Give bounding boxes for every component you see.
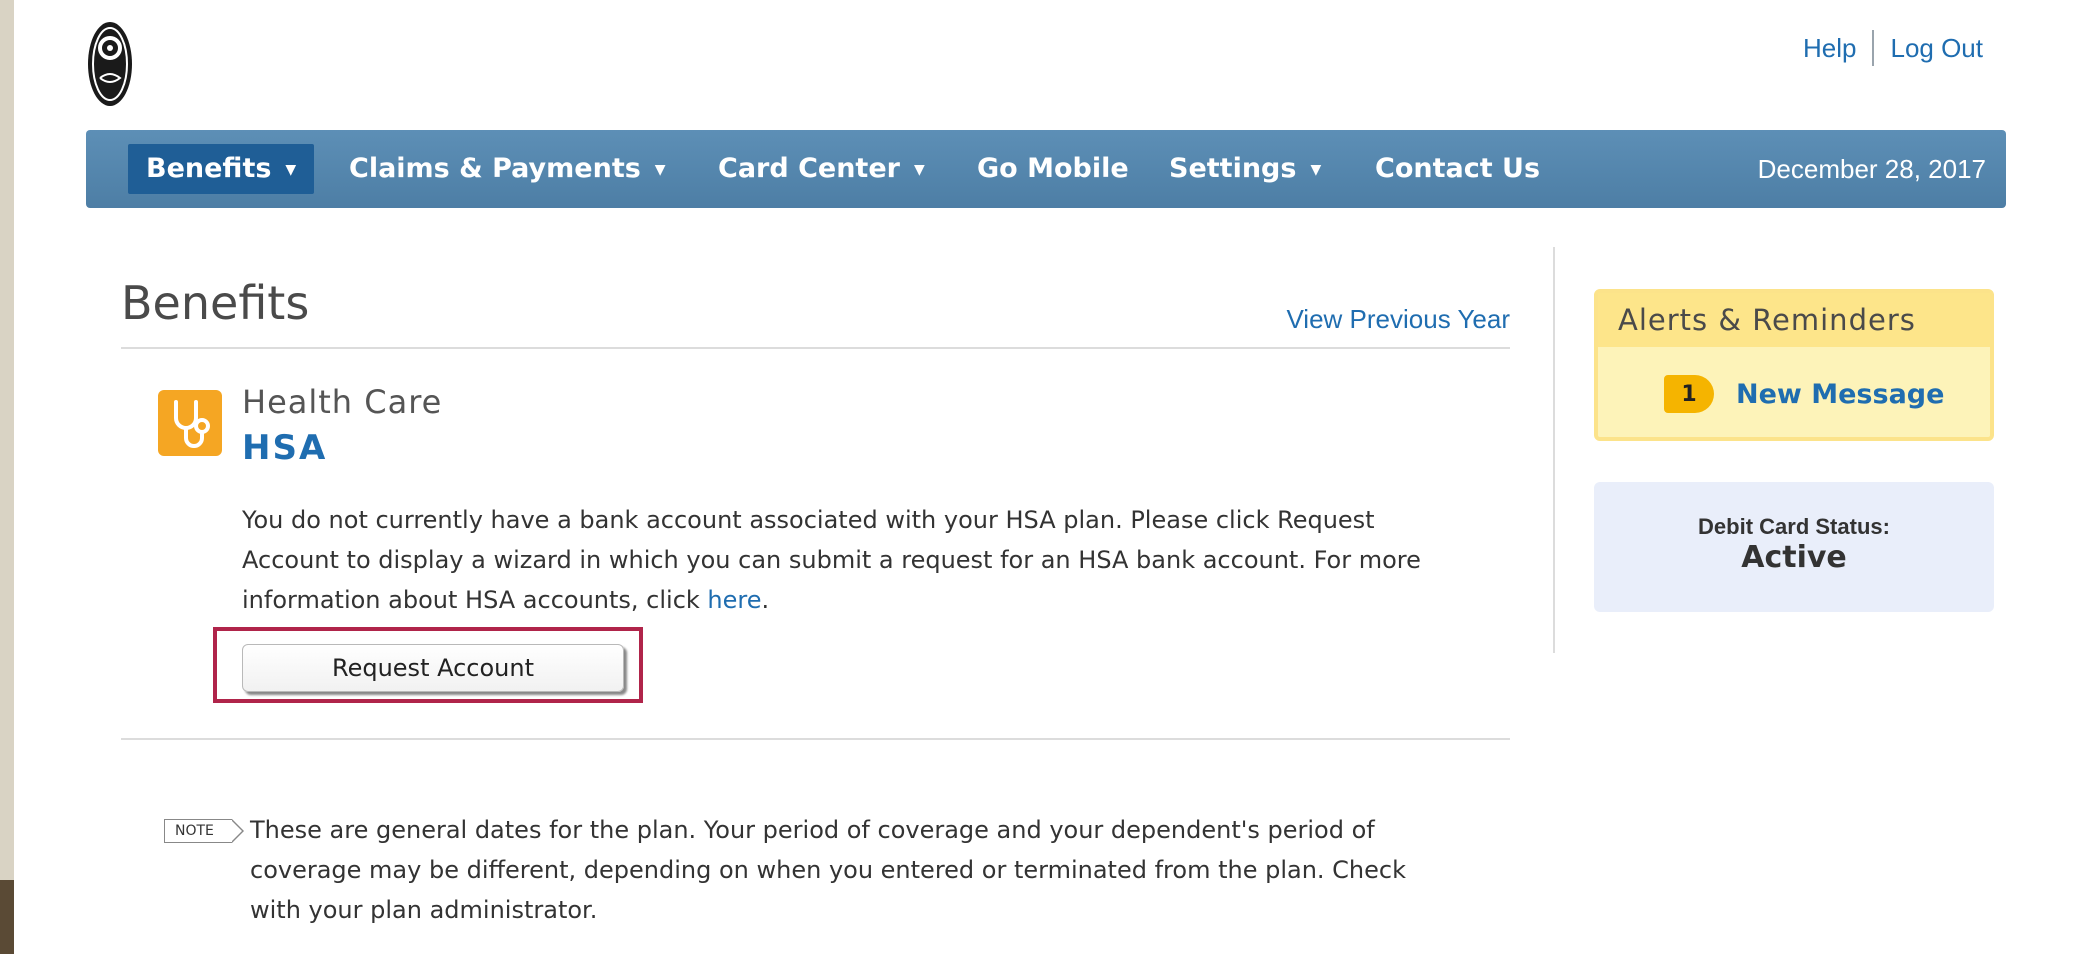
note-text: These are general dates for the plan. Yo… xyxy=(250,816,1406,924)
help-link[interactable]: Help xyxy=(1803,33,1856,64)
caret-down-icon: ▼ xyxy=(913,161,925,178)
nav-claims-payments[interactable]: Claims & Payments ▼ xyxy=(349,144,666,194)
new-message-label: New Message xyxy=(1736,378,1945,410)
debit-card-status-label: Debit Card Status: xyxy=(1698,514,1890,539)
background-edge xyxy=(0,880,14,954)
plan-category: Health Care xyxy=(242,383,443,421)
nav-settings[interactable]: Settings ▼ xyxy=(1169,144,1321,194)
plan-name: HSA xyxy=(242,428,328,468)
caret-down-icon: ▼ xyxy=(654,161,666,178)
debit-card-status-card: Debit Card Status: Active xyxy=(1594,482,1994,612)
caret-down-icon: ▼ xyxy=(285,161,297,178)
divider xyxy=(121,347,1510,349)
view-previous-year-link[interactable]: View Previous Year xyxy=(1286,304,1510,335)
nav-benefits-label: Benefits xyxy=(146,153,272,184)
logo-emblem-icon xyxy=(88,22,132,106)
logout-link[interactable]: Log Out xyxy=(1890,33,1983,64)
link-divider xyxy=(1872,30,1875,66)
message-count-badge: 1 xyxy=(1664,375,1714,413)
alerts-title: Alerts & Reminders xyxy=(1598,293,1990,347)
nav-card-center-label: Card Center xyxy=(718,153,900,184)
nav-benefits[interactable]: Benefits ▼ xyxy=(128,144,315,194)
divider xyxy=(121,738,1510,740)
request-account-button[interactable]: Request Account xyxy=(242,644,624,692)
new-message-link[interactable]: 1 New Message xyxy=(1664,375,1944,413)
debit-card-status-value: Active xyxy=(1741,540,1847,575)
plan-description-end: . xyxy=(761,586,770,614)
nav-go-mobile[interactable]: Go Mobile xyxy=(977,144,1129,194)
current-date: December 28, 2017 xyxy=(1757,154,1986,184)
plan-description-text: You do not currently have a bank account… xyxy=(242,506,1421,614)
nav-settings-label: Settings xyxy=(1169,153,1297,184)
top-utility-links: Help Log Out xyxy=(1803,30,1983,66)
note-tag: NOTE xyxy=(164,819,244,843)
nav-go-mobile-label: Go Mobile xyxy=(977,153,1129,184)
nav-claims-payments-label: Claims & Payments xyxy=(349,153,641,184)
column-divider xyxy=(1553,247,1555,653)
plan-description: You do not currently have a bank account… xyxy=(242,500,1422,620)
company-logo[interactable] xyxy=(86,20,134,108)
main-navbar: Benefits ▼ Claims & Payments ▼ Card Center… xyxy=(86,130,2006,208)
hsa-info-link[interactable]: here xyxy=(707,586,761,614)
nav-contact-us[interactable]: Contact Us xyxy=(1375,144,1540,194)
caret-down-icon: ▼ xyxy=(1310,161,1322,178)
nav-contact-us-label: Contact Us xyxy=(1375,153,1541,184)
stethoscope-icon xyxy=(158,390,222,456)
alerts-reminders-card: Alerts & Reminders 1 New Message xyxy=(1594,289,1994,441)
note-tag-label: NOTE xyxy=(175,823,214,839)
page-title: Benefits xyxy=(121,276,310,330)
nav-card-center[interactable]: Card Center ▼ xyxy=(718,144,925,194)
